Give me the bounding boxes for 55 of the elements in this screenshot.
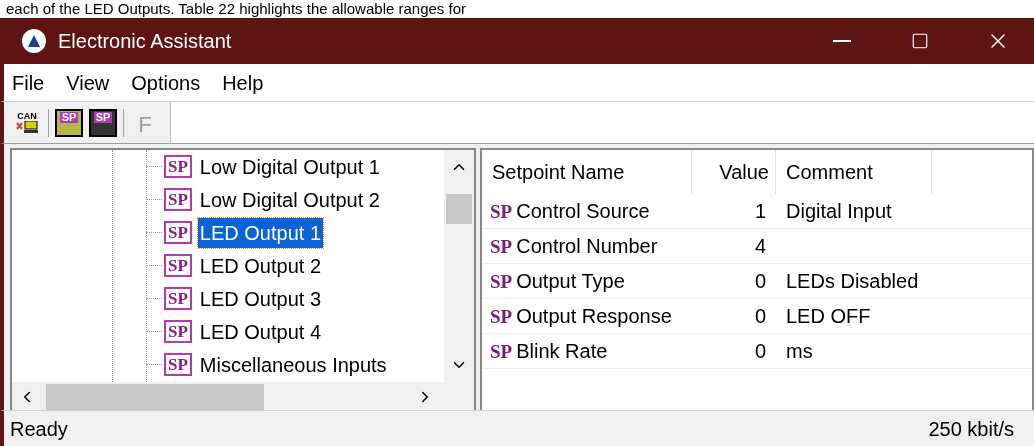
column-header[interactable]: Comment <box>776 150 932 194</box>
setpoint-icon: SP <box>164 221 192 244</box>
setpoint-icon: SP <box>164 188 192 211</box>
table-cell-text: 4 <box>754 234 766 259</box>
horizontal-scrollbar[interactable] <box>12 382 474 412</box>
tree-item[interactable]: LED Output 2 <box>197 250 324 281</box>
vertical-scrollbar[interactable] <box>444 150 474 382</box>
status-text: Ready <box>10 416 68 442</box>
setpoint-icon: SP <box>490 271 513 291</box>
menu-item[interactable]: File <box>12 67 45 98</box>
menu-item[interactable]: View <box>66 67 110 98</box>
app-icon <box>22 29 46 53</box>
status-text: 250 kbit/s <box>928 416 1014 442</box>
window-title: Electronic Assistant <box>58 29 232 54</box>
table-cell-text: 0 <box>754 304 766 329</box>
table-cell-text: 1 <box>754 199 766 224</box>
tree-item[interactable]: Low Digital Output 1 <box>197 151 382 182</box>
setpoint-icon: SP <box>490 201 513 221</box>
table-cell: LEDs Disabled <box>786 270 919 292</box>
column-header[interactable]: Setpoint Name <box>482 150 692 194</box>
setpoint-icon: SP <box>164 254 192 277</box>
document-caption: each of the LED Outputs. Table 22 highlights the allowable ranges for <box>5 0 468 18</box>
minimize-icon <box>833 40 851 42</box>
table-cell-text: Output Type <box>516 269 625 294</box>
can-toolbar-button[interactable]: CAN <box>12 107 42 138</box>
table-cell-text: Blink Rate <box>516 339 608 364</box>
menu-item[interactable]: Help <box>222 67 264 98</box>
maximize-icon <box>911 32 929 50</box>
computer-icon <box>15 121 39 133</box>
setpoint-icon: SP <box>164 155 192 178</box>
tree-item[interactable]: Low Digital Output 2 <box>197 184 382 215</box>
menu-item[interactable]: Options <box>131 67 201 98</box>
tree-item[interactable]: LED Output 3 <box>197 283 324 314</box>
setpoint-icon: SP <box>490 306 513 326</box>
setpoint-icon: SP <box>164 287 192 310</box>
table-cell-text: 0 <box>754 339 766 364</box>
table-cell-text: Control Number <box>516 234 658 259</box>
tree-item[interactable]: LED Output 1 <box>197 217 324 248</box>
table-cell-text: Control Source <box>516 199 650 224</box>
setpoint-icon: SP <box>490 341 513 361</box>
table-cell-text: 0 <box>754 269 766 294</box>
scrollbar-thumb[interactable] <box>446 194 472 224</box>
column-header[interactable]: Value <box>692 150 776 194</box>
tree-item[interactable]: Miscellaneous Inputs <box>197 349 389 380</box>
open-setpoint-button[interactable]: SP <box>55 108 83 137</box>
tree-item[interactable]: LED Output 4 <box>197 316 324 347</box>
table-cell-text: Output Response <box>516 304 672 329</box>
setpoint-icon: SP <box>164 353 192 376</box>
save-setpoint-button[interactable]: SP <box>89 108 117 137</box>
table-cell: LED OFF <box>786 305 871 327</box>
table-cell: ms <box>786 340 813 362</box>
setpoint-icon: SP <box>490 236 513 256</box>
table-cell: Digital Input <box>786 200 892 222</box>
setpoint-icon: SP <box>164 320 192 343</box>
scrollbar-thumb[interactable] <box>46 384 264 410</box>
